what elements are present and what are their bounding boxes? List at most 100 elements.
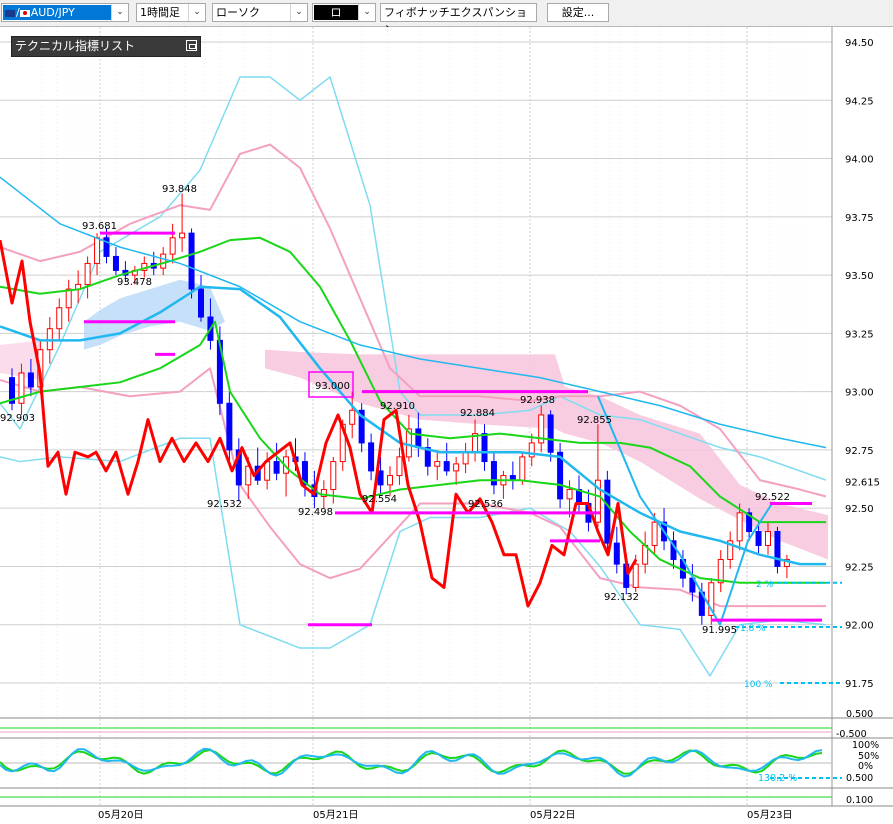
oscillator-label: 100% <box>852 740 879 751</box>
chevron-down-icon[interactable]: ⌄ <box>290 4 307 21</box>
candle-body <box>160 253 167 269</box>
tool-name-field[interactable]: フィボナッチエクスパンション <box>380 3 537 36</box>
candle-body <box>604 479 611 544</box>
candle-body <box>717 558 724 584</box>
candle-body <box>519 456 526 481</box>
price-tick-label: 93.50 <box>845 271 874 282</box>
candle-body <box>632 563 639 588</box>
candle-body <box>349 409 356 425</box>
fibo-label: 1.8 % <box>740 624 766 634</box>
price-annotation: 93.681 <box>82 221 117 232</box>
candle-body <box>434 461 441 467</box>
candle-body <box>112 255 119 271</box>
draw-tool-select[interactable]: ロ ⌄ <box>312 3 376 22</box>
price-tick-label: 92.00 <box>845 621 874 632</box>
price-tick-label: 94.00 <box>845 155 874 166</box>
candle-body <box>65 288 72 309</box>
chevron-down-icon[interactable]: ⌄ <box>358 4 375 21</box>
period-label: 1時間足 <box>140 6 180 19</box>
candle-body <box>462 451 469 465</box>
candle-body <box>368 442 375 472</box>
au-flag-icon <box>5 9 15 17</box>
symbol-select[interactable]: / AUD/JPY ⌄ <box>1 3 129 22</box>
candle-body <box>453 463 460 472</box>
candle-body <box>330 461 337 491</box>
symbol-label: AUD/JPY <box>30 6 75 19</box>
candle-body <box>377 470 384 486</box>
candle-body <box>387 475 393 486</box>
candle-body <box>226 402 233 451</box>
candle-body <box>547 414 554 453</box>
restore-window-icon[interactable] <box>186 40 197 51</box>
price-annotation: 92.938 <box>520 395 555 406</box>
candle-body <box>273 461 280 474</box>
toolbar: / AUD/JPY ⌄ 1時間足 ⌄ ローソク ⌄ ロ ⌄ フィボナッチエクスパン… <box>0 0 893 36</box>
price-annotation: 91.995 <box>702 625 737 636</box>
candle-body <box>755 530 762 546</box>
oscillator-label: -0.500 <box>836 729 867 740</box>
jp-flag-icon <box>19 9 30 17</box>
chevron-down-icon[interactable]: ⌄ <box>188 4 205 21</box>
price-annotation: 93.478 <box>117 277 152 288</box>
price-tick-label: 92.50 <box>845 504 874 515</box>
candle-body <box>443 461 450 472</box>
candle-body <box>188 232 195 290</box>
price-annotation: 92.554 <box>362 494 397 505</box>
indicator-list-label: テクニカル指標リスト <box>15 39 136 53</box>
candle-body <box>566 489 573 500</box>
price-annotation: 92.884 <box>460 408 495 419</box>
price-annotation: 92.903 <box>0 413 35 424</box>
price-tick-label: 94.50 <box>845 38 874 49</box>
price-annotation: 92.910 <box>380 401 415 412</box>
current-price-label: 92.615 <box>845 477 880 488</box>
price-annotation: 92.855 <box>577 415 612 426</box>
price-tick-label: 93.25 <box>845 329 874 340</box>
price-annotation: 92.536 <box>468 499 503 510</box>
candle-body <box>198 288 204 318</box>
oscillator-label: 0% <box>858 761 873 772</box>
price-annotation: 92.522 <box>755 492 790 503</box>
chart-type-select[interactable]: ローソク ⌄ <box>212 3 308 22</box>
price-annotation: 92.132 <box>604 592 639 603</box>
chevron-down-icon[interactable]: ⌄ <box>111 4 128 21</box>
candle-body <box>179 232 186 239</box>
oscillator-label: 0.500 <box>846 709 873 720</box>
price-tick-label: 93.75 <box>845 213 874 224</box>
price-annotation: 93.000 <box>315 381 350 392</box>
candle-body <box>396 456 403 477</box>
candle-body <box>56 307 63 330</box>
period-select[interactable]: 1時間足 ⌄ <box>136 3 206 22</box>
fibo-label: 100 % <box>744 680 773 690</box>
settings-button[interactable]: 設定... <box>547 3 609 22</box>
chart-type-label: ローソク <box>216 6 260 19</box>
oscillator-label: 130.2 % <box>758 773 797 784</box>
candle-body <box>84 262 91 285</box>
oscillator-label: 0.500 <box>846 773 873 784</box>
candle-body <box>613 542 620 565</box>
date-label: 05月20日 <box>98 809 143 821</box>
date-label: 05月23日 <box>747 809 792 821</box>
date-label: 05月21日 <box>313 809 358 821</box>
price-annotation: 92.498 <box>298 507 333 518</box>
price-tick-label: 93.00 <box>845 388 874 399</box>
symbol-selected: / AUD/JPY <box>3 5 111 20</box>
candle-body <box>27 372 34 388</box>
date-label: 05月22日 <box>530 809 575 821</box>
candle-body <box>765 530 771 546</box>
price-tick-label: 94.25 <box>845 96 874 107</box>
candle-body <box>415 428 422 449</box>
fibo-label: 2 % <box>756 580 774 590</box>
price-annotation: 93.848 <box>162 184 197 195</box>
draw-tool-selected: ロ <box>314 5 358 20</box>
price-tick-label: 92.75 <box>845 446 874 457</box>
candle-body <box>94 237 101 264</box>
chart-area[interactable]: 100 % 2 % 1.8 % 94.50 94.25 94.00 93.75 93.50 9… <box>0 27 893 824</box>
price-tick-label: 91.75 <box>845 679 874 690</box>
candle-body <box>490 461 497 486</box>
indicator-list-panel[interactable]: テクニカル指標リスト <box>11 36 201 57</box>
candle-body <box>169 237 176 255</box>
candle-body <box>481 433 488 463</box>
price-tick-label: 92.25 <box>845 562 874 573</box>
price-annotation: 92.532 <box>207 499 242 510</box>
candle-body <box>651 521 658 546</box>
